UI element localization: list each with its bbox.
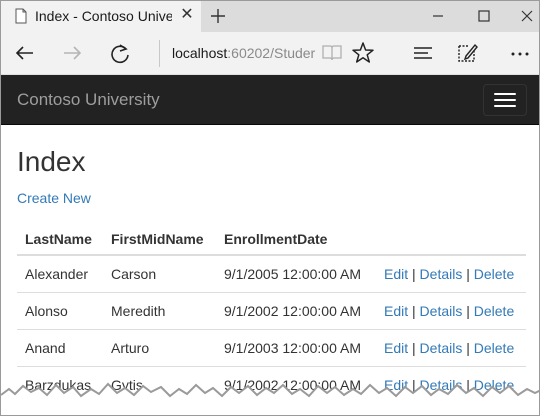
cell-lastname: Alexander	[25, 265, 89, 282]
edit-link[interactable]: Edit	[384, 303, 408, 319]
column-header-enrollmentdate: EnrollmentDate	[216, 223, 376, 256]
table-header-row: LastName FirstMidName EnrollmentDate	[17, 223, 526, 256]
create-new-link[interactable]: Create New	[17, 190, 91, 206]
delete-link[interactable]: Delete	[474, 303, 514, 319]
cell-lastname: Anand	[17, 328, 103, 366]
new-tab-icon[interactable]	[208, 6, 228, 26]
hamburger-icon-bar	[494, 93, 516, 95]
maximize-icon[interactable]	[473, 5, 495, 27]
reading-view-icon[interactable]	[319, 40, 345, 66]
cell-actions: Edit | Details | Delete	[376, 291, 526, 329]
delete-link[interactable]: Delete	[474, 266, 514, 282]
tab-title: Index - Contoso Univers	[35, 8, 172, 24]
web-note-icon[interactable]	[454, 40, 480, 66]
column-header-lastname: LastName	[17, 223, 103, 256]
cell-firstmidname: Carson	[111, 265, 157, 282]
close-window-icon[interactable]	[516, 5, 538, 27]
cell-lastname: Alonso	[17, 291, 103, 329]
site-navbar: Contoso University	[1, 75, 539, 125]
table-row: Alexander Carson 9/1/2005 12:00:00 AM Ed…	[17, 255, 526, 292]
cell-enrollmentdate: 9/1/2002 12:00:00 AM	[216, 291, 376, 329]
minimize-icon[interactable]	[427, 5, 449, 27]
delete-link[interactable]: Delete	[474, 340, 514, 356]
cell-actions: Edit | Details | Delete	[376, 255, 526, 292]
link-separator: |	[412, 339, 416, 356]
details-link[interactable]: Details	[420, 266, 463, 282]
address-url: localhost:60202/Studer	[172, 45, 315, 61]
hamburger-icon-bar	[494, 99, 516, 101]
column-header-actions	[376, 223, 526, 256]
edit-link[interactable]: Edit	[384, 340, 408, 356]
cell-actions: Edit | Details | Delete	[376, 328, 526, 366]
cell-firstmidname: Meredith	[103, 291, 216, 329]
link-separator: |	[412, 302, 416, 319]
link-separator: |	[412, 265, 416, 282]
page-title: Index	[17, 146, 86, 177]
page-icon	[15, 8, 27, 24]
table-row: Alonso Meredith 9/1/2002 12:00:00 AM Edi…	[17, 291, 526, 329]
torn-edge-decoration	[1, 382, 539, 415]
details-link[interactable]: Details	[420, 340, 463, 356]
table-row: Anand Arturo 9/1/2003 12:00:00 AM Edit |…	[17, 328, 526, 366]
details-link[interactable]: Details	[420, 303, 463, 319]
browser-tab[interactable]: Index - Contoso Univers ✕	[1, 1, 201, 32]
back-arrow-icon[interactable]	[12, 40, 38, 66]
link-separator: |	[466, 265, 470, 282]
hamburger-icon-bar	[494, 105, 516, 107]
column-header-firstmidname: FirstMidName	[103, 223, 216, 256]
address-bar[interactable]: localhost:60202/Studer	[159, 40, 315, 67]
link-separator: |	[466, 339, 470, 356]
browser-toolbar: localhost:60202/Studer	[1, 32, 539, 75]
title-bar: Index - Contoso Univers ✕	[1, 1, 539, 32]
link-separator: |	[466, 302, 470, 319]
cell-enrollmentdate: 9/1/2005 12:00:00 AM	[224, 265, 361, 282]
browser-window: Index - Contoso Univers ✕ localhost:6020…	[0, 0, 540, 416]
menu-toggle-button[interactable]	[483, 84, 527, 116]
brand-link[interactable]: Contoso University	[17, 90, 160, 110]
favorites-star-icon[interactable]	[350, 40, 376, 66]
cell-enrollmentdate: 9/1/2003 12:00:00 AM	[216, 328, 376, 366]
refresh-icon[interactable]	[107, 40, 133, 66]
edit-link[interactable]: Edit	[384, 266, 408, 282]
more-icon[interactable]	[507, 40, 533, 66]
forward-arrow-icon[interactable]	[59, 40, 85, 66]
cell-firstmidname: Arturo	[103, 328, 216, 366]
address-host: localhost	[172, 45, 228, 61]
address-path: :60202/Studer	[227, 45, 316, 61]
hub-icon[interactable]	[410, 40, 436, 66]
tab-close-icon[interactable]: ✕	[179, 7, 195, 23]
